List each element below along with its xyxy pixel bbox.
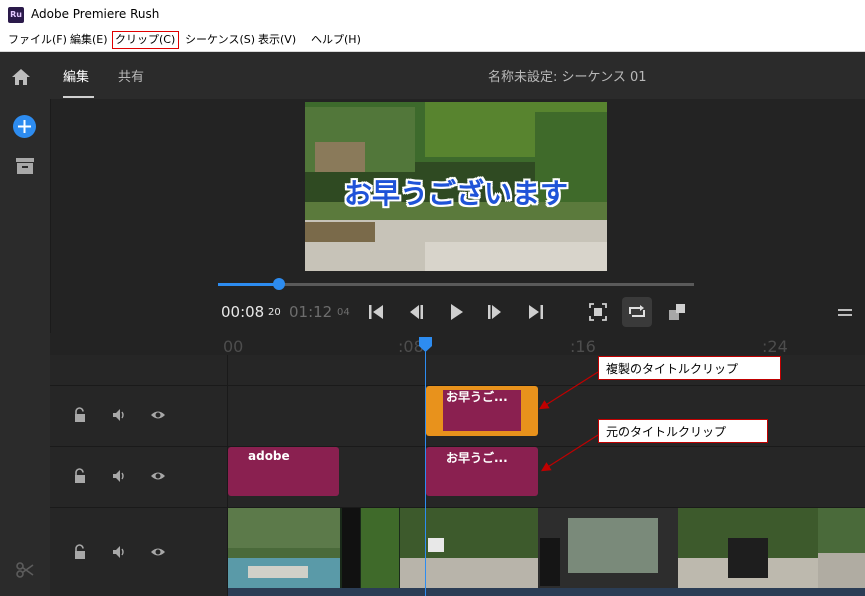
preview-caption: お早うございます: [343, 177, 568, 210]
ruler-label-0: 00: [223, 337, 244, 356]
skip-to-start-icon[interactable]: [366, 302, 386, 322]
playhead-line: [425, 340, 426, 596]
current-timecode: 00:08: [221, 303, 265, 321]
scrubber-handle[interactable]: [273, 278, 285, 290]
menu-sequence[interactable]: シーケンス(S): [183, 31, 257, 49]
skip-to-end-icon[interactable]: [526, 302, 546, 322]
menu-edit[interactable]: 編集(E): [68, 31, 110, 49]
volume-icon[interactable]: [111, 468, 127, 484]
eye-icon[interactable]: [150, 544, 166, 560]
loop-button[interactable]: [622, 297, 652, 327]
duration-frame: 04: [337, 307, 350, 318]
lock-icon[interactable]: [72, 468, 88, 484]
original-title-clip[interactable]: お早うご...: [426, 447, 538, 496]
tab-edit[interactable]: 編集: [63, 66, 89, 85]
playhead-handle[interactable]: [418, 336, 433, 353]
clip-label: お早うご...: [446, 451, 508, 465]
current-frame: 20: [268, 307, 281, 318]
volume-icon[interactable]: [111, 544, 127, 560]
lock-icon[interactable]: [72, 544, 88, 560]
eye-icon[interactable]: [150, 468, 166, 484]
ruler-label-24: :24: [762, 337, 788, 356]
sequence-title: 名称未設定: シーケンス 01: [488, 70, 647, 85]
clip-label: adobe: [248, 449, 290, 463]
scissors-icon[interactable]: [15, 561, 35, 579]
program-monitor[interactable]: お早うございます: [305, 102, 607, 271]
callout-duplicate-title: 複製のタイトルクリップ: [598, 356, 781, 380]
clip-label: お早うご...: [446, 390, 508, 404]
duration-timecode: 01:12: [289, 303, 333, 321]
step-back-icon[interactable]: [406, 302, 426, 322]
loop-icon: [629, 305, 645, 317]
window-title: Adobe Premiere Rush: [31, 7, 160, 21]
duplicated-title-clip[interactable]: お早うご...: [426, 386, 538, 436]
home-icon[interactable]: [11, 67, 31, 87]
menu-view[interactable]: 表示(V): [256, 31, 298, 49]
fit-frame-icon[interactable]: [588, 302, 608, 322]
playback-scrubber[interactable]: [218, 283, 694, 286]
top-nav: [50, 52, 865, 99]
timeline-ruler[interactable]: [50, 333, 865, 355]
app-logo-icon: Ru: [8, 7, 24, 23]
eye-icon[interactable]: [150, 407, 166, 423]
active-tab-indicator: [63, 96, 94, 98]
volume-icon[interactable]: [111, 407, 127, 423]
menu-file[interactable]: ファイル(F): [6, 31, 69, 49]
step-forward-icon[interactable]: [485, 302, 505, 322]
callout-original-title: 元のタイトルクリップ: [598, 419, 768, 443]
menu-bar: ファイル(F) 編集(E) クリップ(C) シーケンス(S) 表示(V) ヘルプ…: [0, 30, 865, 52]
add-media-button[interactable]: [13, 115, 36, 138]
menu-icon[interactable]: [835, 302, 855, 322]
scrubber-progress: [218, 283, 279, 286]
aspect-icon[interactable]: [667, 302, 687, 322]
video-track-clips[interactable]: [228, 508, 865, 588]
tab-share[interactable]: 共有: [118, 66, 144, 85]
lock-icon[interactable]: [72, 407, 88, 423]
ruler-label-16: :16: [570, 337, 596, 356]
window-titlebar: Ru Adobe Premiere Rush: [0, 0, 865, 30]
menu-clip[interactable]: クリップ(C): [112, 31, 179, 49]
play-icon[interactable]: [446, 302, 466, 322]
audio-waveform-strip: [228, 588, 865, 596]
adobe-title-clip[interactable]: adobe: [228, 447, 339, 496]
menu-help[interactable]: ヘルプ(H): [309, 31, 363, 49]
add-icon: [18, 120, 31, 133]
archive-icon[interactable]: [15, 157, 35, 175]
video-thumbnails: [228, 508, 865, 588]
